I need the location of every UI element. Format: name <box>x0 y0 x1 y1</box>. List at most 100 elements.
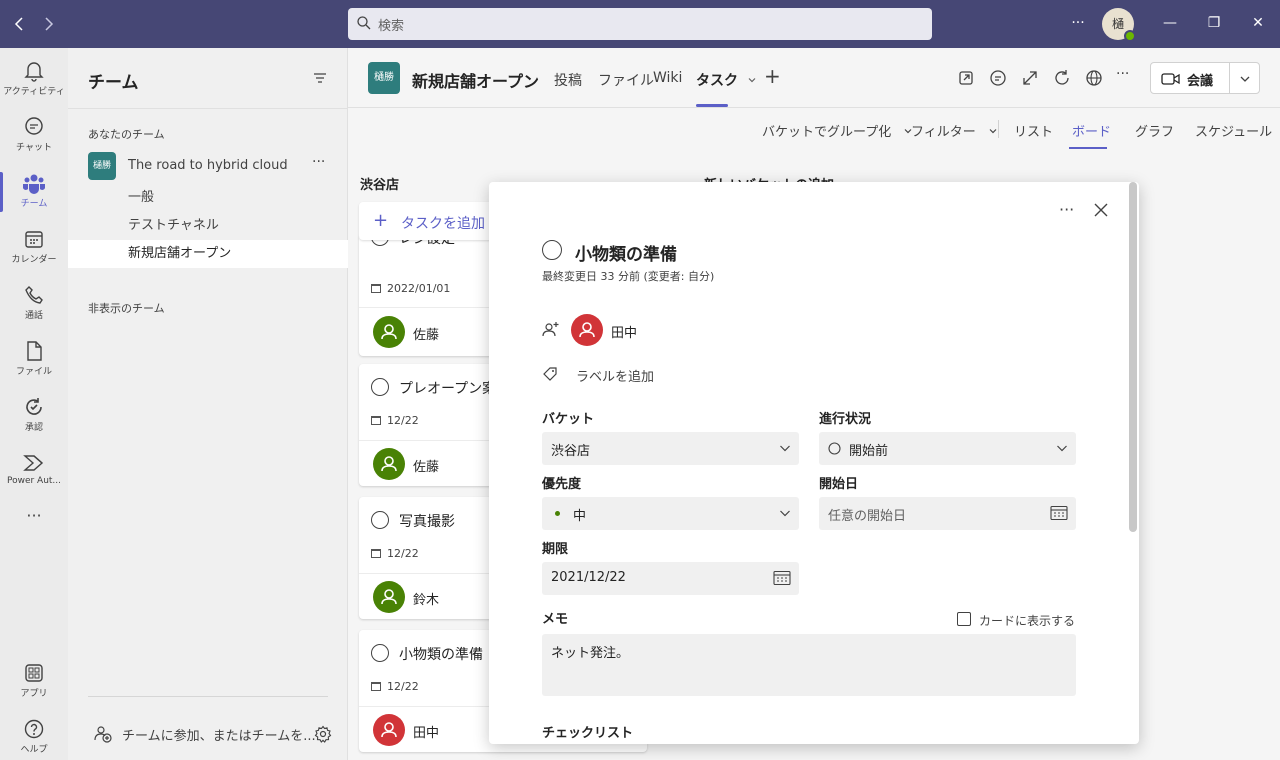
bucket-select[interactable]: 渋谷店 <box>542 432 799 465</box>
more-button[interactable]: ··· <box>1064 12 1092 36</box>
hidden-teams-header[interactable]: 非表示のチーム <box>88 300 165 316</box>
due-date-value: 2021/12/22 <box>551 570 626 585</box>
rail-label: チャット <box>16 143 52 153</box>
your-teams-header: あなたのチーム <box>88 128 165 141</box>
rail-calls[interactable]: 通話 <box>0 276 68 332</box>
view-chart[interactable]: グラフ <box>1135 121 1174 140</box>
add-label-button[interactable]: ラベルを追加 <box>576 366 654 385</box>
conversation-icon[interactable] <box>988 68 1008 88</box>
team-more-button[interactable]: ··· <box>312 154 325 170</box>
rail-approvals[interactable]: 承認 <box>0 388 68 444</box>
join-team-icon[interactable] <box>94 725 112 743</box>
video-icon <box>1161 73 1180 85</box>
chevron-down-icon <box>780 445 790 452</box>
expand-icon[interactable] <box>1020 68 1040 88</box>
join-team-link[interactable]: チームに参加、またはチームを... <box>122 725 316 744</box>
bucket-value: 渋谷店 <box>551 444 591 459</box>
channel-new-store[interactable]: 新規店舗オープン <box>68 240 348 268</box>
phone-icon <box>25 286 43 304</box>
globe-icon[interactable] <box>1084 68 1104 88</box>
plus-icon: + <box>373 210 389 231</box>
forward-button[interactable] <box>36 12 60 36</box>
show-on-card-label[interactable]: カードに表示する <box>979 612 1075 629</box>
avatar <box>373 714 405 746</box>
view-schedule[interactable]: スケジュール <box>1195 121 1272 140</box>
channel-test[interactable]: テストチャネル <box>68 212 348 240</box>
close-icon[interactable] <box>1093 202 1109 218</box>
refresh-icon[interactable] <box>1052 68 1072 88</box>
progress-label: 進行状況 <box>819 412 872 427</box>
avatar[interactable] <box>571 314 603 346</box>
channel-avatar: 樋勝 <box>368 62 400 94</box>
gear-icon[interactable] <box>314 725 332 743</box>
complete-task-checkbox[interactable] <box>371 378 389 396</box>
back-button[interactable] <box>8 12 32 36</box>
header-more-button[interactable]: ··· <box>1116 66 1129 82</box>
meet-label: 会議 <box>1187 74 1214 89</box>
search-placeholder: 検索 <box>378 19 405 34</box>
rail-activity[interactable]: アクティビティ <box>0 52 68 108</box>
apps-icon <box>25 664 43 682</box>
team-item[interactable]: 樋勝 The road to hybrid cloud ··· <box>68 150 348 182</box>
task-title[interactable]: 小物類の準備 <box>575 240 677 265</box>
chevron-down-icon[interactable] <box>1239 73 1251 85</box>
task-due-date: 12/22 <box>371 547 419 560</box>
due-date-field[interactable]: 2021/12/22 <box>542 562 799 595</box>
show-on-card-checkbox[interactable] <box>957 612 971 626</box>
filter-icon[interactable] <box>312 70 328 86</box>
start-date-field[interactable]: 任意の開始日 <box>819 497 1076 530</box>
tab-tasks[interactable]: タスク <box>696 70 757 90</box>
rail-files[interactable]: ファイル <box>0 332 68 388</box>
maximize-button[interactable]: ❐ <box>1200 12 1228 36</box>
complete-task-checkbox[interactable] <box>542 240 562 260</box>
calendar-icon[interactable] <box>1050 505 1068 521</box>
due-date-text: 12/22 <box>387 680 419 693</box>
dialog-scrollbar[interactable] <box>1129 182 1137 532</box>
rail-chat[interactable]: チャット <box>0 108 68 164</box>
group-by-button[interactable]: バケットでグループ化 <box>762 121 913 140</box>
rail-teams[interactable]: チーム <box>0 164 68 220</box>
tab-files[interactable]: ファイル <box>598 70 654 90</box>
rail-power-automate[interactable]: Power Aut... <box>0 444 68 500</box>
rail-label: 通話 <box>24 311 43 321</box>
complete-task-checkbox[interactable] <box>371 644 389 662</box>
rail-help[interactable]: ヘルプ <box>0 710 68 760</box>
progress-select[interactable]: 開始前 <box>819 432 1076 465</box>
person-icon <box>381 589 397 605</box>
avatar[interactable]: 樋 <box>1102 8 1136 42</box>
bucket-title[interactable]: 渋谷店 <box>360 174 399 193</box>
meet-button[interactable]: 会議 <box>1150 62 1260 94</box>
channel-header: 樋勝 新規店舗オープン 投稿 ファイル Wiki タスク + ··· 会議 <box>348 48 1280 108</box>
tab-posts[interactable]: 投稿 <box>554 70 582 90</box>
rail-calendar[interactable]: カレンダー <box>0 220 68 276</box>
popout-icon[interactable] <box>956 68 976 88</box>
chat-icon <box>25 117 43 135</box>
view-list[interactable]: リスト <box>1014 121 1053 140</box>
task-due-date: 12/22 <box>371 680 419 693</box>
task-title: 小物類の準備 <box>399 647 483 663</box>
dialog-more-button[interactable]: ··· <box>1059 200 1074 219</box>
search-input[interactable]: 検索 <box>348 8 932 40</box>
channel-general[interactable]: 一般 <box>68 184 348 212</box>
minimize-button[interactable]: — <box>1156 12 1184 36</box>
memo-textarea[interactable]: ネット発注。 <box>542 634 1076 696</box>
app-rail: アクティビティ チャット チーム カレンダー 通話 ファイル 承認 Power … <box>0 48 68 760</box>
tab-tasks-label: タスク <box>696 73 738 89</box>
filter-button[interactable]: フィルター <box>911 121 998 140</box>
add-person-icon[interactable] <box>542 320 560 338</box>
planner-toolbar: バケットでグループ化 フィルター リスト ボード グラフ スケジュール <box>348 108 1280 150</box>
task-detail-dialog: ··· 小物類の準備 最終変更日 33 分前 (変更者: 自分) 田中 ラベルを… <box>489 182 1139 744</box>
divider <box>998 120 999 138</box>
tab-wiki[interactable]: Wiki <box>653 70 682 86</box>
view-board[interactable]: ボード <box>1072 121 1111 140</box>
close-window-button[interactable]: ✕ <box>1244 12 1272 36</box>
calendar-icon[interactable] <box>773 570 791 586</box>
rail-more-apps[interactable]: ··· <box>0 506 68 536</box>
complete-task-checkbox[interactable] <box>371 511 389 529</box>
active-tab-indicator <box>696 104 728 107</box>
calendar-icon <box>371 549 381 558</box>
rail-apps[interactable]: アプリ <box>0 654 68 710</box>
panel-footer: チームに参加、またはチームを... <box>88 696 332 760</box>
priority-select[interactable]: 中 <box>542 497 799 530</box>
add-tab-button[interactable]: + <box>764 64 781 88</box>
